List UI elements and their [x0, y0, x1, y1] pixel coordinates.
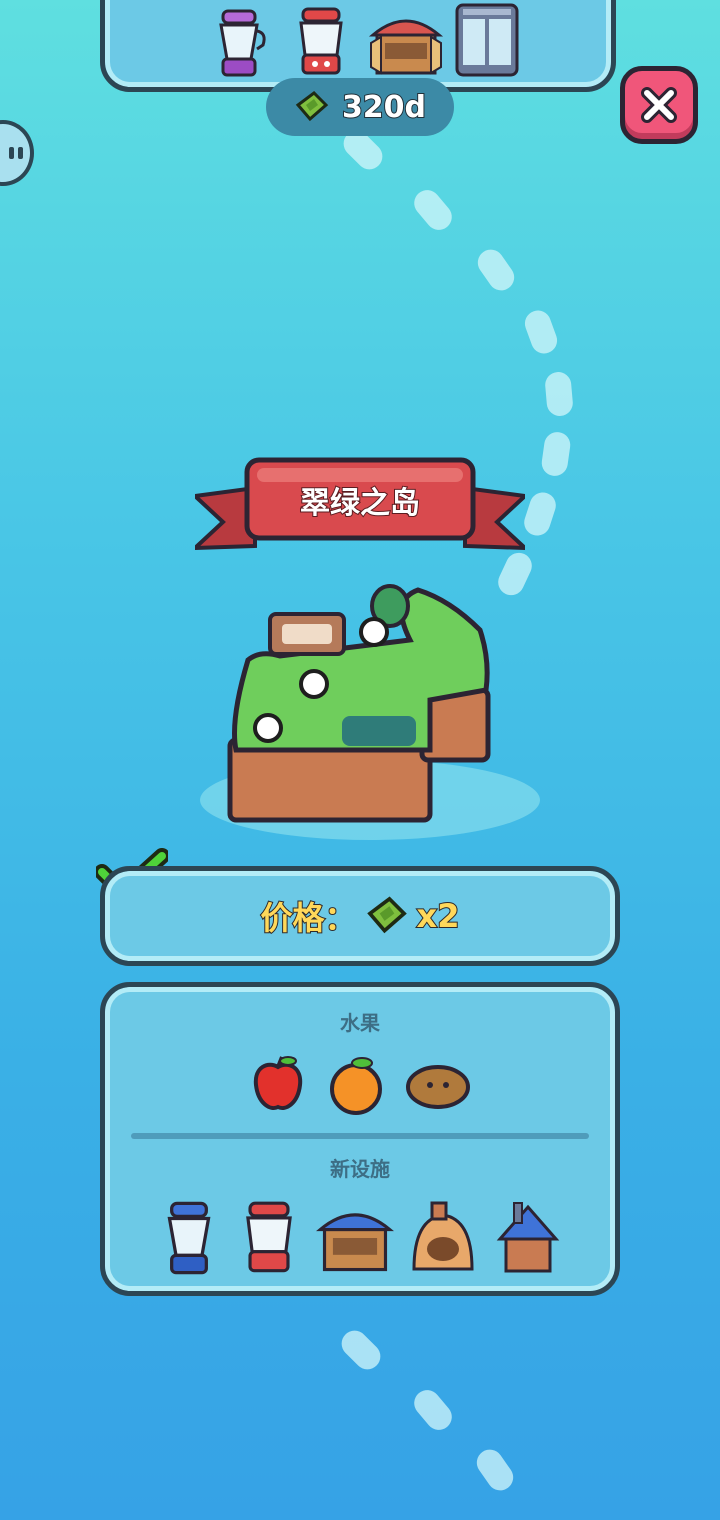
blue-blender-icon [167, 1201, 211, 1275]
price-multiplier: x2 [416, 896, 461, 936]
blue-house-icon [496, 1202, 560, 1273]
cash-icon [366, 896, 407, 934]
facilities-title: 新设施 [330, 1157, 390, 1181]
bakery-oven-icon [412, 1201, 474, 1271]
blue-market-stall-icon [316, 1213, 394, 1272]
price-label: 价格： [260, 898, 358, 938]
fridge-icon [455, 3, 519, 77]
red-juicer-icon [246, 1201, 292, 1273]
currency-display: 320d [266, 78, 454, 136]
pause-icon [9, 147, 23, 159]
currency-amount: 320d [341, 89, 427, 126]
section-divider [131, 1133, 589, 1139]
close-icon [641, 87, 677, 123]
orange-icon [330, 1057, 382, 1115]
cash-icon [295, 91, 329, 122]
apple-icon [253, 1056, 303, 1110]
red-juicer-icon [299, 7, 343, 75]
fruits-title: 水果 [340, 1011, 380, 1035]
price-panel[interactable]: 价格： x2 [100, 866, 620, 966]
fruit-row [105, 1053, 615, 1117]
close-button[interactable] [620, 66, 698, 144]
facility-row [105, 1199, 615, 1277]
island-illustration[interactable] [190, 570, 540, 850]
side-menu-handle[interactable] [0, 120, 34, 186]
market-stall-icon [368, 19, 444, 75]
island-name: 翠绿之岛 [299, 485, 421, 522]
potato-icon [406, 1065, 470, 1109]
rewards-panel: 水果 新设施 [100, 982, 620, 1296]
purple-blender-icon [219, 9, 266, 77]
